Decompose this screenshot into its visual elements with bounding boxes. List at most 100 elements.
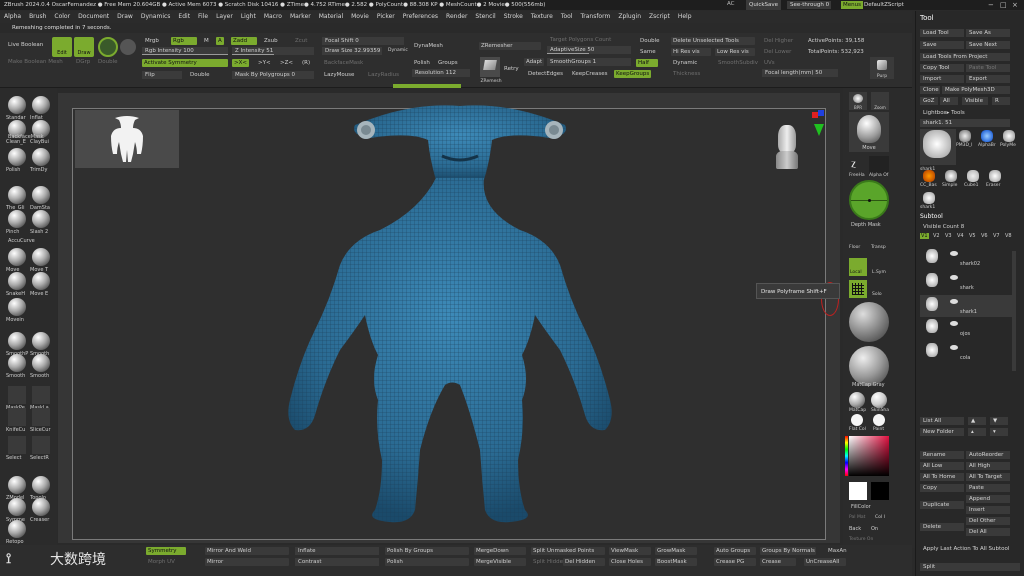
menu-preferences[interactable]: Preferences — [403, 13, 438, 20]
goz-button[interactable]: GoZ — [920, 97, 938, 105]
apply-last-action-button[interactable]: Apply Last Action To All Subtool — [920, 545, 1020, 553]
pal-mat-button[interactable]: Pal Mat — [849, 515, 865, 520]
menu-texture[interactable]: Texture — [531, 13, 553, 20]
move-mode-icon[interactable] — [98, 37, 118, 57]
arrow-up-icon[interactable]: ▴ — [968, 428, 986, 436]
mrgb-button[interactable]: Mrgb — [143, 37, 161, 45]
floor-button[interactable]: Floor — [849, 234, 867, 250]
del-all-button[interactable]: Del All — [966, 528, 1010, 536]
insert-button[interactable]: Insert — [966, 506, 1010, 514]
zcut-button[interactable]: Zcut — [293, 37, 309, 45]
del-lower-button[interactable]: Del Lower — [762, 48, 793, 56]
low-res-vis-button[interactable]: Low Res vis — [715, 48, 755, 56]
delete-button[interactable]: Delete — [920, 523, 964, 531]
polish-slider[interactable]: Polish — [385, 558, 469, 566]
brush-slicecur-icon[interactable] — [32, 408, 50, 426]
growmask-button[interactable]: GrowMask — [655, 547, 697, 555]
mask-by-polygroups-slider[interactable]: Mask By Polygroups 0 — [232, 71, 314, 79]
all-high-button[interactable]: All High — [966, 462, 1010, 470]
rgb-intensity-slider[interactable]: Rgb Intensity 100 — [142, 47, 228, 55]
del-hidden-button[interactable]: Del Hidden — [563, 558, 605, 566]
crease-button[interactable]: Crease — [760, 558, 796, 566]
visibility-eye-icon[interactable] — [950, 321, 958, 326]
menu-dynamics[interactable]: Dynamics — [141, 13, 171, 20]
smoothgroups-slider[interactable]: SmoothGroups 1 — [547, 58, 631, 66]
boostmask-button[interactable]: BoostMask — [655, 558, 697, 566]
mirror-and-weld-button[interactable]: Mirror And Weld — [205, 547, 289, 555]
adaptive-size-slider[interactable]: AdaptiveSize 50 — [547, 46, 631, 54]
viewmask-button[interactable]: ViewMask — [609, 547, 651, 555]
visibility-eye-icon[interactable] — [950, 345, 958, 350]
visibility-tab[interactable]: V3 — [944, 233, 953, 239]
head-orientation-icon[interactable] — [774, 125, 800, 173]
default-zscript-button[interactable]: DefaultZScript — [864, 1, 904, 9]
bpr-button[interactable]: BPR — [849, 92, 867, 110]
visibility-eye-icon[interactable] — [950, 275, 958, 280]
brush-move-t-icon[interactable] — [32, 248, 50, 266]
goz-r-button[interactable]: R — [992, 97, 1010, 105]
tool-thumb[interactable]: Cube1 — [964, 169, 982, 188]
axis-gizmo-icon[interactable] — [808, 110, 826, 138]
visibility-eye-icon[interactable] — [950, 251, 958, 256]
visibility-tab[interactable]: V7 — [992, 233, 1001, 239]
brush-topolo-icon[interactable] — [32, 476, 50, 494]
sym-z-button[interactable]: >Z< — [278, 59, 295, 67]
ac-label[interactable]: AC — [727, 1, 735, 7]
half-button[interactable]: Half — [636, 59, 658, 67]
mergedown-button[interactable]: MergeDown — [474, 547, 526, 555]
matcap-gray-icon[interactable] — [849, 346, 889, 386]
lsym-button[interactable]: L.Sym — [871, 258, 889, 276]
brush-maskla-icon[interactable] — [32, 386, 50, 404]
tool-thumb[interactable]: CC_Bas — [920, 169, 938, 188]
morph-uv-button[interactable]: Morph UV — [146, 558, 177, 566]
menu-movie[interactable]: Movie — [351, 13, 369, 20]
zremesh-cube-icon[interactable]: ZRemesh — [480, 57, 502, 84]
groups-by-normals-button[interactable]: Groups By Normals — [760, 547, 816, 555]
autoreorder-button[interactable]: AutoReorder — [966, 451, 1010, 459]
rgb-button[interactable]: Rgb — [171, 37, 197, 45]
retry-button[interactable]: Retry — [502, 65, 521, 73]
menu-zplugin[interactable]: Zplugin — [618, 13, 641, 20]
import-button[interactable]: Import — [920, 75, 964, 83]
arrow-down-icon[interactable]: ▾ — [990, 428, 1008, 436]
menu-macro[interactable]: Macro — [264, 13, 282, 20]
make-boolean-mesh-button[interactable]: Make Boolean Mesh — [6, 58, 65, 66]
m-button[interactable]: M — [202, 37, 211, 45]
subtool-row[interactable]: shark1 — [920, 295, 1012, 317]
left-label-4[interactable]: BackfaceMask — [8, 134, 44, 140]
new-folder-button[interactable]: New Folder — [920, 428, 964, 436]
all-to-target-button[interactable]: All To Target — [966, 473, 1010, 481]
subtool-title[interactable]: Subtool — [920, 213, 943, 220]
a-button[interactable]: A — [216, 37, 224, 45]
clone-button[interactable]: Clone — [920, 86, 940, 94]
color-picker[interactable] — [849, 436, 889, 476]
tool-thumb[interactable]: Eraser — [986, 169, 1004, 188]
split-unmasked-points-button[interactable]: Split Unmasked Points — [531, 547, 605, 555]
double-button[interactable]: Double — [96, 58, 120, 66]
brush-inflat-icon[interactable] — [32, 96, 50, 114]
hue-strip[interactable] — [845, 436, 848, 476]
keep-creases-button[interactable]: KeepCreases — [570, 70, 609, 78]
purp-button[interactable]: Purp — [870, 57, 894, 79]
brush-smoothp-icon[interactable] — [8, 332, 26, 350]
activate-symmetry-button[interactable]: Activate Symmetry — [142, 59, 228, 67]
brush-standar-icon[interactable] — [8, 96, 26, 114]
save-next-button[interactable]: Save Next — [966, 41, 1010, 49]
same-button[interactable]: Same — [638, 48, 658, 56]
draw-size-slider[interactable]: Draw Size 32.99359 — [322, 47, 382, 55]
menu-document[interactable]: Document — [78, 13, 109, 20]
subtool-row[interactable]: cola — [920, 341, 1012, 363]
left-label-11[interactable]: AccuCurve — [8, 238, 35, 244]
inflate-slider[interactable]: Inflate — [295, 547, 379, 555]
menu-brush[interactable]: Brush — [29, 13, 46, 20]
brush-slash-2-icon[interactable] — [32, 210, 50, 228]
tool-thumb[interactable]: PolyMe — [1000, 129, 1018, 148]
copy-subtool-button[interactable]: Copy — [920, 484, 964, 492]
dynamic-subdiv-button[interactable]: Dynamic — [671, 59, 699, 67]
see-through-slider[interactable]: See-through 0 — [787, 1, 831, 9]
groups-button[interactable]: Groups — [436, 59, 460, 67]
zadd-button[interactable]: Zadd — [231, 37, 257, 45]
menu-file[interactable]: File — [198, 13, 208, 20]
lightbox-tools-button[interactable]: Lightbox▸ Tools — [920, 109, 1010, 117]
maxangle-slider[interactable]: MaxAn — [826, 547, 849, 555]
